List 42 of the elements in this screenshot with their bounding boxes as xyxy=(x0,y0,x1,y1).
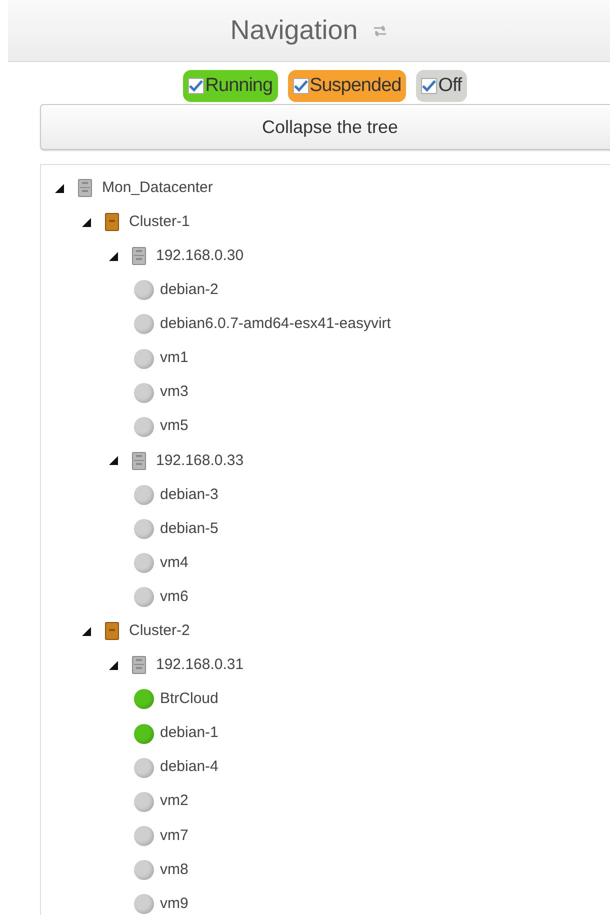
tree-item-label[interactable]: vm5 xyxy=(160,415,188,438)
tree-item-label[interactable]: BtrCloud xyxy=(160,688,218,711)
tree-item-label[interactable]: 192.168.0.33 xyxy=(156,450,244,472)
tree-item-label[interactable]: Cluster-2 xyxy=(129,620,190,643)
tree-item-label[interactable]: debian6.0.7-amd64-esx41-easyvirt xyxy=(160,313,391,336)
cluster-icon xyxy=(105,622,119,640)
status-filter[interactable]: Off xyxy=(416,70,467,102)
expand-toggle[interactable] xyxy=(53,182,65,194)
tree-item-label[interactable]: debian-3 xyxy=(160,484,218,506)
tree-item-label[interactable]: vm3 xyxy=(160,381,188,404)
tree-item-label[interactable]: 192.168.0.31 xyxy=(156,654,244,677)
tree-item-label[interactable]: debian-2 xyxy=(160,279,218,302)
server-icon xyxy=(132,247,146,266)
tree-item-label[interactable]: Mon_Datacenter xyxy=(102,176,213,200)
tree-item-label[interactable]: vm1 xyxy=(160,347,188,370)
server-icon xyxy=(132,452,146,470)
tree-item-label[interactable]: 192.168.0.30 xyxy=(156,244,244,268)
checkbox[interactable] xyxy=(188,78,204,94)
tree-item-label[interactable]: vm4 xyxy=(160,552,188,574)
tree-item-label[interactable]: vm9 xyxy=(160,892,188,915)
server-icon xyxy=(132,656,146,674)
collapse-tree-button[interactable]: Collapse the tree xyxy=(40,104,610,150)
cluster-icon xyxy=(105,213,119,232)
tree-item-label[interactable]: vm7 xyxy=(160,824,188,848)
expand-toggle[interactable] xyxy=(80,625,92,638)
panel-title: Navigation xyxy=(230,14,358,48)
expand-toggle[interactable] xyxy=(107,250,119,262)
checkbox[interactable] xyxy=(421,78,438,94)
tree-item-label[interactable]: debian-4 xyxy=(160,756,218,779)
tree-item-label[interactable]: vm8 xyxy=(160,858,188,882)
tree-item-label[interactable]: debian-5 xyxy=(160,518,218,540)
status-filter[interactable]: Running xyxy=(183,70,278,102)
tree-item-label[interactable]: vm2 xyxy=(160,790,188,813)
tree-item-label[interactable]: vm6 xyxy=(160,586,188,608)
status-filter[interactable]: Suspended xyxy=(288,70,406,102)
checkbox[interactable] xyxy=(292,78,309,94)
expand-toggle[interactable] xyxy=(80,216,92,228)
tree-item-label[interactable]: Cluster-1 xyxy=(129,210,190,234)
expand-toggle[interactable] xyxy=(107,454,119,467)
tree-item-label[interactable]: debian-1 xyxy=(160,722,218,745)
expand-toggle[interactable] xyxy=(107,659,119,672)
server-icon xyxy=(78,179,92,198)
